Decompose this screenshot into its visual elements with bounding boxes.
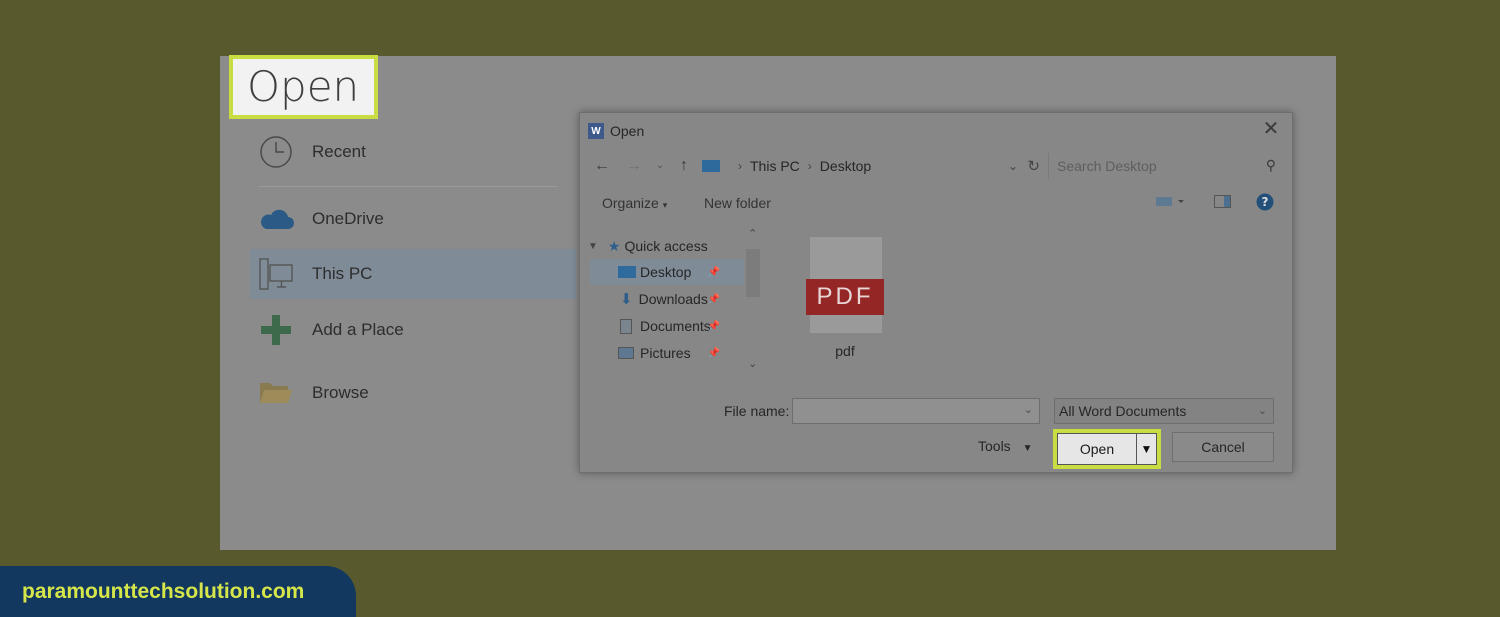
file-name-input[interactable]: ⌄	[792, 398, 1040, 424]
breadcrumb-this-pc[interactable]: This PC	[750, 158, 800, 174]
dialog-title: Open	[610, 123, 645, 139]
file-type-select[interactable]: All Word Documents ⌄	[1054, 398, 1274, 424]
cancel-button[interactable]: Cancel	[1172, 432, 1274, 462]
chevron-right-icon: ›	[738, 159, 742, 173]
navigation-bar: ← → ⌄ ↑ › This PC › Desktop ⌄ ↻ Search D…	[580, 153, 1294, 179]
cloud-icon	[256, 199, 296, 239]
tree-scrollbar[interactable]: ⌃ ⌄	[744, 228, 762, 375]
open-button[interactable]: Open ▼	[1057, 433, 1157, 465]
nav-item-label: OneDrive	[312, 209, 384, 228]
tree-item-pictures[interactable]: Pictures 📌	[590, 340, 744, 366]
star-icon: ★	[607, 237, 621, 254]
chevron-right-icon: ›	[807, 159, 812, 173]
scrollbar-thumb[interactable]	[746, 249, 760, 297]
scroll-down-icon[interactable]: ⌄	[748, 357, 757, 370]
search-input[interactable]: Search Desktop ⚲	[1048, 153, 1284, 179]
tools-menu[interactable]: Tools ▼	[978, 438, 1032, 454]
organize-button[interactable]: Organize ▾	[602, 195, 667, 211]
chevron-down-icon[interactable]: ⌄	[1258, 399, 1267, 423]
scroll-up-icon[interactable]: ⌃	[748, 227, 757, 240]
close-icon[interactable]: ✕	[1258, 117, 1284, 141]
file-item-pdf[interactable]: PDF pdf	[800, 235, 890, 365]
clock-icon	[256, 132, 296, 172]
pin-icon[interactable]: 📌	[708, 321, 720, 332]
this-pc-icon	[702, 160, 720, 172]
nav-item-label: Recent	[312, 142, 366, 161]
pin-icon[interactable]: 📌	[708, 294, 720, 305]
refresh-icon[interactable]: ↻	[1027, 157, 1040, 175]
dialog-toolbar: Organize ▾ New folder ?	[580, 191, 1294, 219]
open-button-highlight: Open ▼	[1053, 429, 1161, 469]
plus-icon	[256, 310, 296, 350]
view-options-icon[interactable]	[1156, 195, 1186, 212]
pin-icon[interactable]: 📌	[708, 267, 720, 278]
brand-watermark: paramounttechsolution.com	[0, 566, 356, 617]
svg-text:?: ?	[1262, 195, 1269, 209]
chevron-down-icon[interactable]: ▼	[588, 241, 598, 252]
help-icon[interactable]: ?	[1256, 193, 1274, 214]
pictures-icon	[618, 347, 634, 359]
desktop-folder-icon	[618, 266, 636, 278]
forward-arrow-icon[interactable]: →	[626, 153, 642, 179]
up-arrow-icon[interactable]: ↑	[680, 153, 688, 179]
search-icon: ⚲	[1265, 157, 1276, 173]
preview-pane-icon[interactable]	[1214, 195, 1232, 212]
file-name-field-label: File name:	[724, 403, 790, 419]
tree-item-downloads[interactable]: ⬇ Downloads 📌	[590, 286, 744, 312]
open-dialog: W Open ✕ ← → ⌄ ↑ › This PC › Desktop ⌄ ↻…	[579, 112, 1293, 473]
documents-icon	[620, 318, 632, 334]
tree-item-desktop[interactable]: Desktop 📌	[590, 259, 744, 285]
search-placeholder: Search Desktop	[1057, 158, 1157, 174]
computer-icon	[256, 254, 296, 294]
tree-item-quick-access[interactable]: ▼ ★ Quick access	[580, 233, 744, 259]
nav-item-add-place[interactable]: Add a Place	[250, 305, 576, 355]
tree-item-documents[interactable]: Documents 📌	[590, 313, 744, 339]
pdf-badge: PDF	[806, 279, 884, 315]
page-title: Open	[233, 59, 374, 115]
word-icon: W	[588, 123, 604, 139]
new-folder-button[interactable]: New folder	[704, 195, 771, 211]
navigation-tree: ▼ ★ Quick access Desktop 📌 ⬇ Downloads 📌…	[580, 228, 762, 375]
breadcrumb-desktop[interactable]: Desktop	[820, 158, 871, 174]
open-title-highlight: Open	[229, 55, 378, 119]
nav-item-recent[interactable]: Recent	[250, 127, 576, 177]
pin-icon[interactable]: 📌	[708, 348, 720, 359]
nav-item-this-pc[interactable]: This PC	[250, 249, 576, 299]
nav-item-label: This PC	[312, 264, 373, 283]
nav-item-label: Browse	[312, 383, 369, 402]
chevron-down-icon[interactable]: ⌄	[1024, 403, 1033, 416]
chevron-down-icon[interactable]: ⌄	[1008, 159, 1018, 173]
download-icon: ⬇	[620, 291, 633, 308]
dialog-titlebar: W Open	[588, 121, 644, 141]
folder-open-icon	[256, 373, 296, 413]
back-arrow-icon[interactable]: ←	[594, 153, 610, 179]
nav-item-browse[interactable]: Browse	[250, 368, 576, 418]
nav-item-onedrive[interactable]: OneDrive	[250, 194, 576, 244]
nav-item-label: Add a Place	[312, 320, 404, 339]
recent-locations-chevron-icon[interactable]: ⌄	[656, 153, 664, 179]
nav-separator	[258, 186, 558, 187]
open-dropdown-arrow-icon[interactable]: ▼	[1136, 434, 1156, 464]
address-bar[interactable]: › This PC › Desktop ⌄ ↻	[702, 153, 1042, 179]
file-name-label: pdf	[835, 343, 855, 359]
